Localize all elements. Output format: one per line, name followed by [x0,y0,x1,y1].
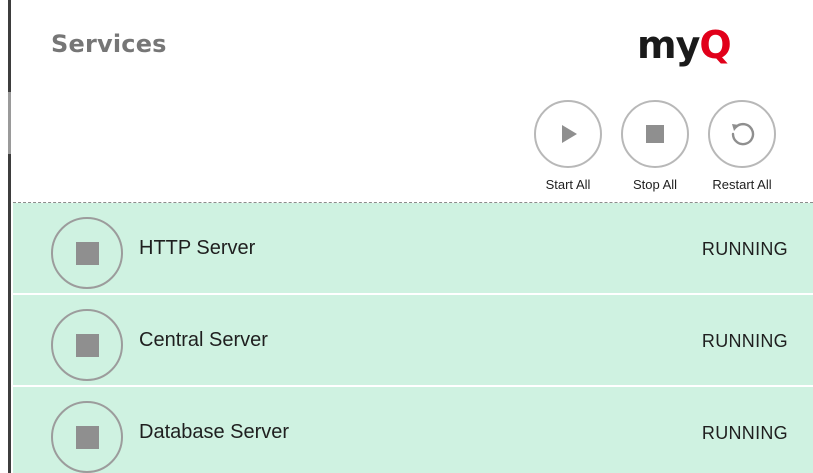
start-all-label: Start All [545,177,591,192]
left-rail [8,0,11,473]
stop-icon [75,241,99,265]
stop-all-button[interactable]: Stop All [621,100,689,192]
service-name: Database Server [139,421,290,443]
restart-all-circle[interactable] [708,100,776,168]
services-list: HTTP Server RUNNING Central Server RUNNI… [13,202,813,473]
start-all-button[interactable]: Start All [534,100,602,192]
restart-icon [731,122,755,146]
stop-icon [75,333,99,357]
stop-all-circle[interactable] [621,100,689,168]
service-row-http[interactable]: HTTP Server RUNNING [13,203,813,295]
start-all-circle[interactable] [534,100,602,168]
service-status: RUNNING [701,239,788,259]
stop-icon [75,425,99,449]
restart-all-label: Restart All [712,177,772,192]
restart-all-button[interactable]: Restart All [708,100,776,192]
http-stop-button[interactable] [51,217,123,289]
stop-icon [646,125,664,143]
stop-all-label: Stop All [632,177,678,192]
logo-text-my: my [637,23,700,67]
database-stop-button[interactable] [51,401,123,473]
service-status: RUNNING [701,331,788,351]
service-toolbar: Start All Stop All Restart All [534,100,794,196]
central-stop-button[interactable] [51,309,123,381]
service-name: Central Server [139,329,268,351]
scrollbar-thumb[interactable] [8,92,11,154]
service-row-central[interactable]: Central Server RUNNING [13,295,813,387]
service-row-database[interactable]: Database Server RUNNING [13,387,813,473]
play-icon [562,125,577,143]
service-status: RUNNING [701,423,788,443]
page-title: Services [51,30,167,58]
myq-logo: myQ [637,23,732,67]
service-name: HTTP Server [139,237,256,259]
services-window: Services myQ Start All Stop All Restart … [0,0,813,473]
logo-text-q: Q [699,23,731,67]
